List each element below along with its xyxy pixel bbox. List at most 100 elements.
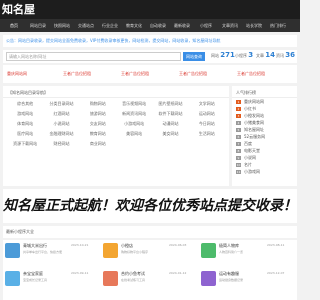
card-title: 合约小鱼考试 [121, 271, 145, 276]
card-desc: 宝宝成长记录工具 [23, 278, 48, 282]
sidebar-item[interactable]: 7 百度 [232, 140, 297, 147]
card-title: 运动有趣服 [219, 271, 239, 276]
featured-link[interactable]: 王者广告位招租 [179, 71, 207, 77]
directory-link[interactable]: 生活网站 [189, 131, 225, 137]
stat-miniapps: 小程序 3 [235, 51, 254, 59]
featured-link[interactable]: 王者广告位招租 [121, 71, 149, 77]
sidebar-item[interactable]: 3 小橙发网站 [232, 112, 297, 119]
directory-link[interactable]: 体育网站 [7, 121, 43, 127]
card-date: 2023-12-07 [267, 271, 285, 275]
nav-item-miniapp[interactable]: 小程序 [194, 23, 218, 29]
sidebar-item[interactable]: 4 小猪美食网 [232, 119, 297, 126]
nav-item-ranking[interactable]: 热门排行 [266, 23, 290, 29]
card-date: 2024-06-03 [169, 243, 187, 247]
nav-item-traffic[interactable]: 交通站点 [74, 23, 98, 29]
nav-item-education[interactable]: 教育文化 [122, 23, 146, 29]
sidebar-item[interactable]: 11 小游戏网 [232, 168, 297, 175]
directory-link[interactable]: 财经网站 [43, 141, 79, 147]
top-bar: 知名屋 [0, 0, 300, 19]
card-title: 极简人物库 [219, 243, 239, 248]
sidebar-item[interactable]: 6 52云服务网 [232, 133, 297, 140]
directory-link[interactable]: 动漫网站 [152, 121, 188, 127]
directory-link[interactable]: 资源下载网站 [7, 141, 43, 147]
nav-item-academy[interactable]: 站长学院 [242, 23, 266, 29]
site-logo[interactable]: 知名屋 [2, 0, 35, 19]
miniapp-card[interactable]: 合约小鱼考试 2024-01-12 在线考试练习工具 [101, 268, 196, 293]
app-thumbnail [201, 243, 216, 258]
featured-link[interactable]: 王者广告位招租 [237, 71, 265, 77]
nav-item-snapshot[interactable]: 快照网站 [50, 23, 74, 29]
directory-link[interactable]: 红酒网站 [43, 111, 79, 117]
card-title: 小橙店 [121, 243, 133, 248]
nav-item-latest[interactable]: 最新收录 [170, 23, 194, 29]
search-button[interactable]: 网站查询 [183, 52, 205, 61]
directory-panel: 【知名网站目录导航】 综合其他 分类目录网站 购物网站 音乐视频网站 图片壁纸网… [3, 86, 229, 186]
directory-link[interactable]: 金融理财网站 [43, 131, 79, 137]
nav-item-industry[interactable]: 行业企业 [98, 23, 122, 29]
sidebar-item[interactable]: 10 名片 [232, 161, 297, 168]
directory-link[interactable]: 分类目录网站 [43, 101, 79, 107]
directory-link[interactable]: 旅游网站 [80, 111, 116, 117]
card-title: 青城大米出行 [23, 243, 47, 248]
stats-bar: 请输入网站名称/网址 网站查询 网站 271 小程序 3 文章 14 资讯 36 [3, 50, 297, 63]
directory-link[interactable]: 美容网站 [116, 131, 152, 137]
app-thumbnail [103, 243, 118, 258]
search-input[interactable]: 请输入网站名称/网址 [6, 52, 181, 61]
card-title: 亲宝宝家庭 [23, 271, 43, 276]
nav-item-articles[interactable]: 文章资讯 [218, 23, 242, 29]
card-desc: 共享单车出行平台，快捷方便 [23, 250, 63, 254]
directory-link[interactable]: 教育网站 [80, 131, 116, 137]
sidebar-item[interactable]: 5 知名屋网址 [232, 126, 297, 133]
main-nav: 首页 网站目录 快照网站 交通站点 行业企业 教育文化 自动收录 最新收录 小程… [0, 19, 300, 32]
miniapp-card[interactable]: 极简人物库 2023-08-11 人物百科简介一览 [199, 240, 294, 265]
card-date: 2024-01-12 [169, 271, 187, 275]
miniapp-card[interactable]: 青城大米出行 2023-10-21 共享单车出行平台，快捷方便 [3, 240, 98, 265]
nav-item-auto[interactable]: 自动收录 [146, 23, 170, 29]
directory-link[interactable]: 综合其他 [7, 101, 43, 107]
announcement-banner: 知名屋正式起航！欢迎各位优秀站点提交收录！ [3, 189, 297, 223]
directory-link[interactable]: 运动网站 [189, 111, 225, 117]
directory-link[interactable]: 软件下载网站 [152, 111, 188, 117]
miniapp-list-title: 最新小程序大全 [3, 226, 297, 238]
directory-link[interactable]: 医疗网站 [7, 131, 43, 137]
miniapp-cards: 青城大米出行 2023-10-21 共享单车出行平台，快捷方便 小橙店 2024… [3, 240, 297, 300]
directory-link[interactable]: 游戏网站 [7, 111, 43, 117]
app-thumbnail [201, 271, 216, 286]
card-desc: 运动健身数据记录 [219, 278, 244, 282]
sidebar-item[interactable]: 8 电影天堂 [232, 147, 297, 154]
miniapp-card[interactable]: 运动有趣服 2023-12-07 运动健身数据记录 [199, 268, 294, 293]
stat-news: 资讯 36 [276, 51, 296, 59]
card-date: 2023-08-11 [267, 243, 285, 247]
directory-link[interactable]: 音乐视频网站 [116, 101, 152, 107]
miniapp-card[interactable]: 小橙店 2024-06-03 购物好物平台小程序 [101, 240, 196, 265]
directory-link[interactable]: 小说网站 [43, 121, 79, 127]
directory-link[interactable]: 今日网站 [189, 121, 225, 127]
directory-link[interactable]: 美女网站 [152, 131, 188, 137]
miniapp-card[interactable]: 亲宝宝家庭 2023-09-11 宝宝成长记录工具 [3, 268, 98, 293]
app-thumbnail [5, 243, 20, 258]
directory-link[interactable]: 购物网站 [80, 101, 116, 107]
directory-link[interactable]: 图片壁纸网站 [152, 101, 188, 107]
directory-link[interactable]: 交友网站 [80, 121, 116, 127]
card-desc: 人物百科简介一览 [219, 250, 244, 254]
sidebar-item[interactable]: 1 重庆网站网 [232, 98, 297, 105]
card-date: 2023-10-21 [71, 243, 89, 247]
card-date: 2023-09-11 [71, 271, 89, 275]
nav-item-home[interactable]: 首页 [2, 23, 26, 29]
directory-link[interactable]: 商业网站 [80, 141, 116, 147]
app-thumbnail [5, 271, 20, 286]
directory-link[interactable]: 新闻资讯网站 [116, 111, 152, 117]
directory-link[interactable]: 文学网站 [189, 101, 225, 107]
sidebar-item[interactable]: 9 小说网 [232, 154, 297, 161]
featured-link[interactable]: 王者广告位招租 [63, 71, 91, 77]
nav-item-directory[interactable]: 网站目录 [26, 23, 50, 29]
app-thumbnail [103, 271, 118, 286]
card-desc: 购物好物平台小程序 [121, 250, 149, 254]
directory-link[interactable]: 小游戏网站 [116, 121, 152, 127]
featured-row: 重庆网站网 王者广告位招租 王者广告位招租 王者广告位招租 王者广告位招租 [3, 65, 297, 83]
directory-grid: 综合其他 分类目录网站 购物网站 音乐视频网站 图片壁纸网站 文学网站 游戏网站… [3, 98, 229, 150]
stat-articles: 文章 14 [256, 51, 276, 59]
card-desc: 在线考试练习工具 [121, 278, 146, 282]
featured-link[interactable]: 重庆网站网 [7, 71, 27, 77]
sidebar-item[interactable]: 2 小红书 [232, 105, 297, 112]
